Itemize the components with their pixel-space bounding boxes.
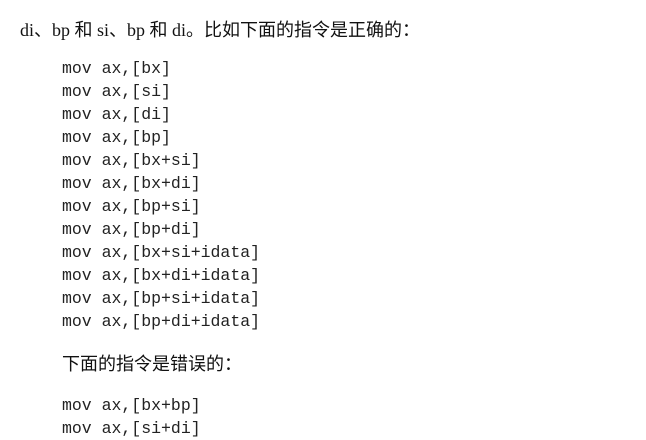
correct-code-block: mov ax,[bx] mov ax,[si] mov ax,[di] mov … xyxy=(62,57,260,333)
code-line: mov ax,[bp+di+idata] xyxy=(62,312,261,331)
code-line: mov ax,[bx+si] xyxy=(62,151,201,170)
code-line: mov ax,[bp] xyxy=(62,128,171,147)
code-line: mov ax,[bx+si+idata] xyxy=(62,243,261,262)
code-line: mov ax,[bx+di] xyxy=(62,174,201,193)
code-line: mov ax,[bx+di+idata] xyxy=(62,266,261,285)
intro-paragraph: di、bp 和 si、bp 和 di。比如下面的指令是正确的： xyxy=(20,20,421,40)
code-line: mov ax,[si+di] xyxy=(62,419,201,438)
code-line: mov ax,[bp+si+idata] xyxy=(62,289,261,308)
wrong-heading: 下面的指令是错误的： xyxy=(62,354,242,374)
code-line: mov ax,[bx+bp] xyxy=(62,396,201,415)
wrong-code-block: mov ax,[bx+bp] mov ax,[si+di] xyxy=(62,394,201,440)
code-line: mov ax,[di] xyxy=(62,105,171,124)
code-line: mov ax,[si] xyxy=(62,82,171,101)
code-line: mov ax,[bp+si] xyxy=(62,197,201,216)
code-line: mov ax,[bp+di] xyxy=(62,220,201,239)
code-line: mov ax,[bx] xyxy=(62,59,171,78)
